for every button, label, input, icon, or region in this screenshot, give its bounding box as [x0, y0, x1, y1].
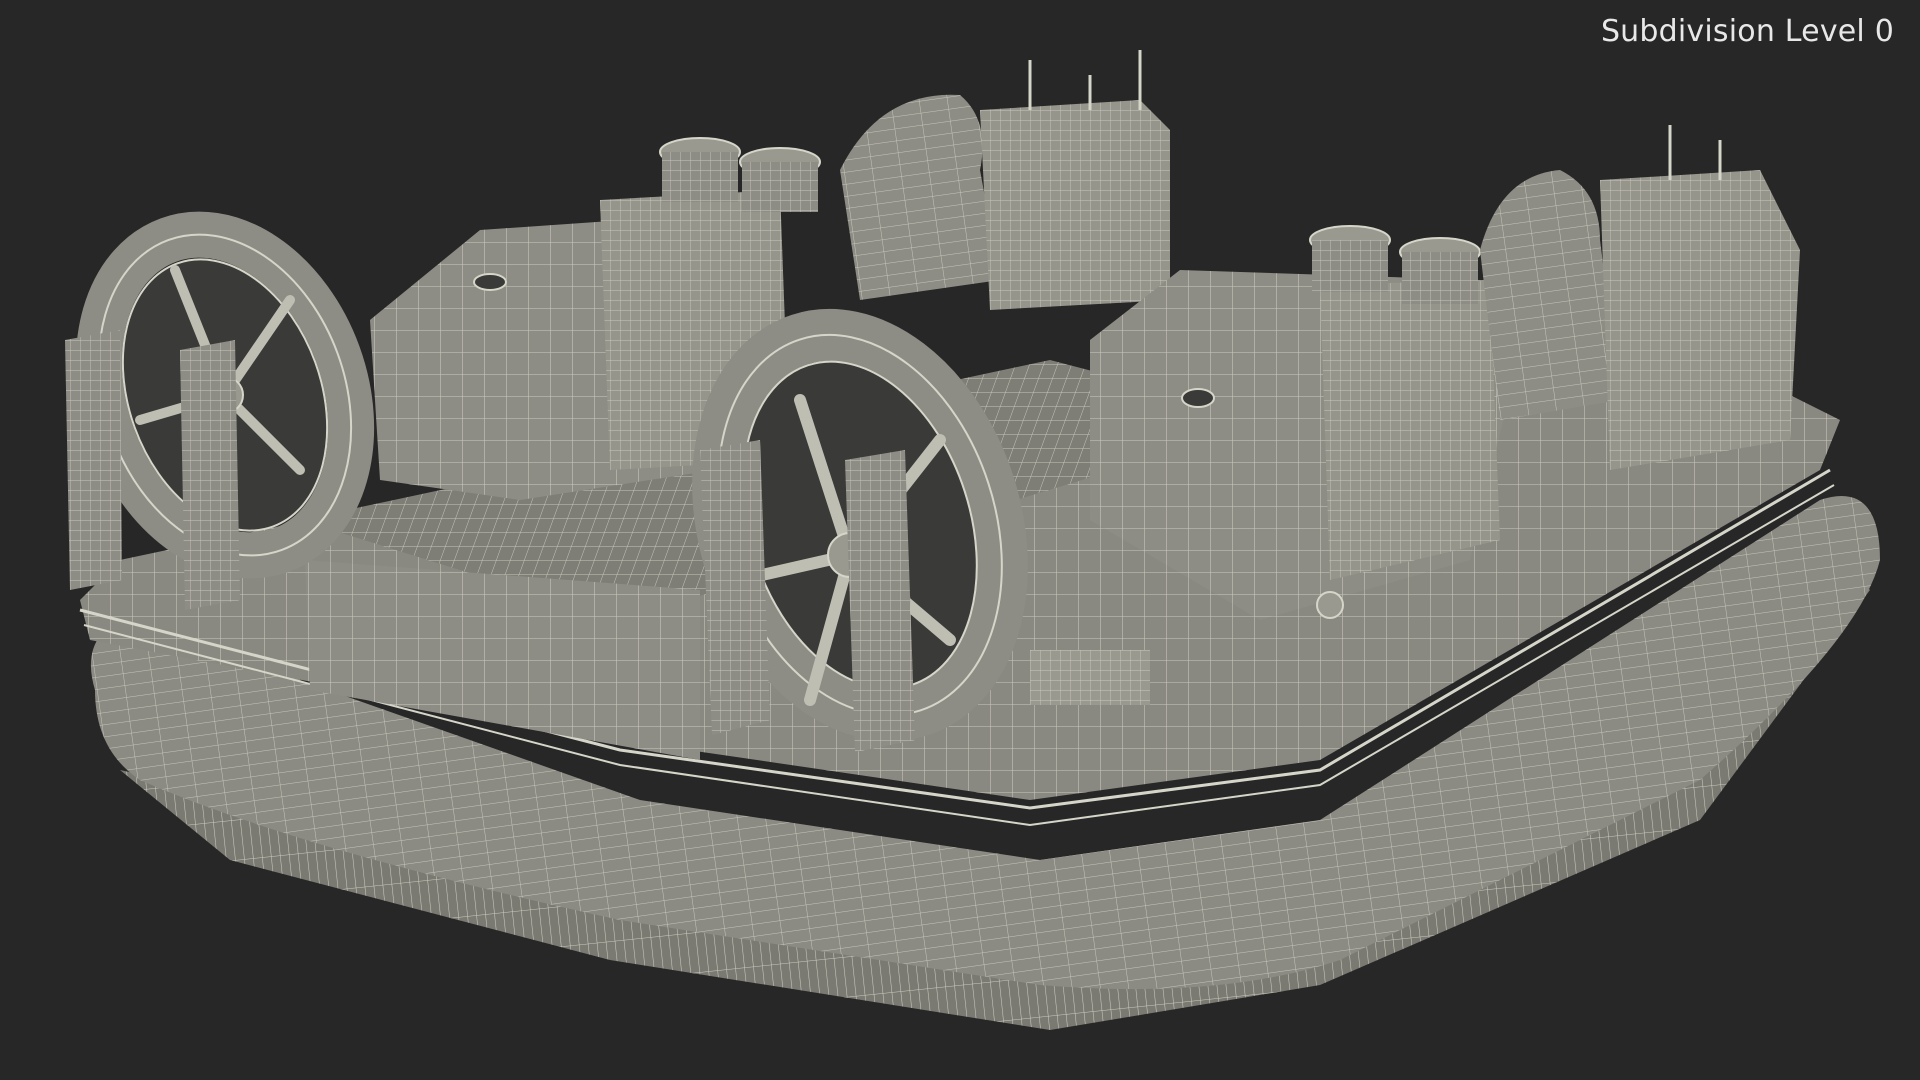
3d-viewport[interactable]: Subdivision Level 0: [0, 0, 1920, 1080]
hatch-port: [473, 273, 507, 291]
hatch-starboard: [1181, 388, 1215, 408]
right-propeller-duct: [692, 308, 1028, 752]
hovercraft-wireframe-render: [65, 50, 1881, 1030]
subdivision-level-label: Subdivision Level 0: [1600, 14, 1894, 49]
deck-fitting: [1316, 591, 1344, 619]
